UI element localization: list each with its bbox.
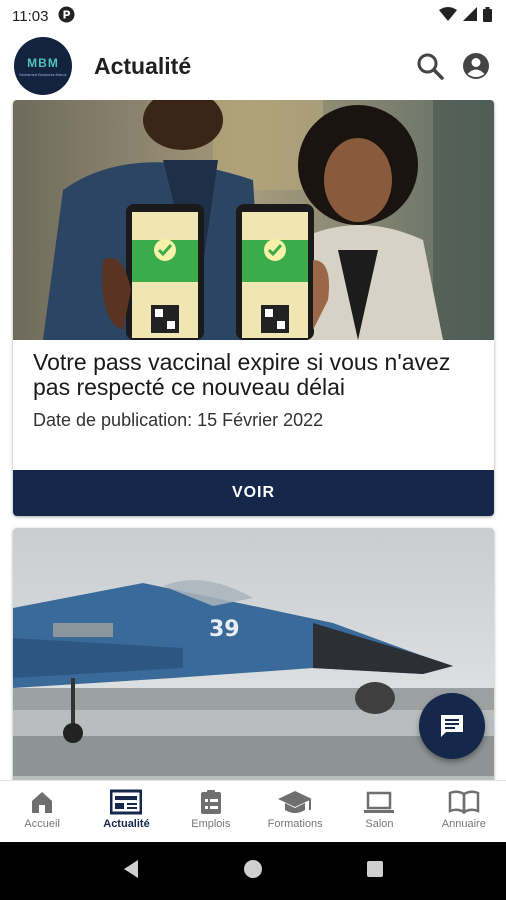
bottom-navigation: Accueil Actualité Emplois Formations Sal… (0, 780, 506, 842)
article-image (13, 100, 494, 340)
search-button[interactable] (414, 50, 446, 82)
account-icon (463, 53, 489, 79)
circle-home-icon (243, 859, 262, 878)
nav-item-salon[interactable]: Salon (337, 781, 421, 842)
recents-button[interactable] (366, 860, 384, 883)
news-icon (110, 789, 143, 815)
article-card[interactable]: 39 (13, 528, 494, 780)
news-feed[interactable]: Votre pass vaccinal expire si vous n'ave… (0, 100, 506, 780)
jet-number: 39 (209, 617, 240, 642)
nav-label-formations: Formations (267, 818, 323, 830)
nav-label-salon: Salon (365, 818, 394, 830)
app-logo[interactable]: MBM Mohamed Business Maroc (14, 37, 72, 95)
voir-button[interactable]: VOIR (13, 470, 494, 516)
search-icon (417, 53, 444, 80)
article-title[interactable]: Votre pass vaccinal expire si vous n'ave… (13, 340, 494, 400)
nav-label-accueil: Accueil (24, 818, 60, 830)
home-button[interactable] (243, 859, 263, 884)
chat-button[interactable] (419, 693, 485, 759)
back-icon (123, 859, 138, 878)
wifi-icon (439, 7, 457, 25)
status-bar: 11:03 P (0, 0, 506, 32)
clipboard-icon (200, 790, 221, 814)
graduation-cap-icon (278, 791, 313, 813)
logo-text: MBM (27, 55, 59, 70)
status-time: 11:03 (12, 7, 49, 25)
back-button[interactable] (122, 859, 140, 884)
nav-label-annuaire: Annuaire (441, 818, 486, 830)
nav-label-emplois: Emplois (191, 818, 231, 830)
nav-label-actualite: Actualité (103, 818, 150, 830)
app-bar: MBM Mohamed Business Maroc Actualité (0, 32, 506, 100)
system-navigation-bar (0, 842, 506, 900)
home-icon (32, 792, 53, 813)
book-icon (448, 790, 480, 815)
signal-icon (463, 7, 477, 25)
account-button[interactable] (460, 50, 492, 82)
page-title: Actualité (94, 52, 192, 79)
article-image: 39 (13, 528, 494, 780)
nav-item-annuaire[interactable]: Annuaire (422, 781, 506, 842)
nav-item-formations[interactable]: Formations (253, 781, 337, 842)
svg-text:P: P (63, 8, 71, 21)
notification-icon: P (58, 6, 75, 27)
battery-icon (483, 6, 492, 26)
laptop-icon (364, 791, 395, 813)
nav-item-emplois[interactable]: Emplois (169, 781, 253, 842)
square-recents-icon (367, 860, 384, 877)
nav-item-accueil[interactable]: Accueil (0, 781, 84, 842)
article-card[interactable]: Votre pass vaccinal expire si vous n'ave… (13, 100, 494, 516)
chat-icon (441, 715, 463, 737)
logo-subtext: Mohamed Business Maroc (19, 71, 67, 77)
article-date: Date de publication: 15 Février 2022 (33, 410, 324, 430)
nav-item-actualite[interactable]: Actualité (84, 781, 168, 842)
